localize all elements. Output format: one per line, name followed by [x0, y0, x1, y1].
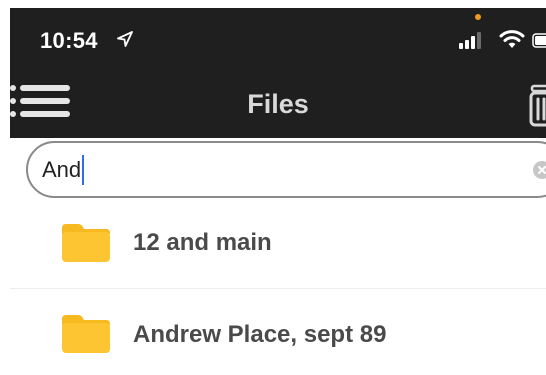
search-input[interactable]: And: [42, 157, 81, 183]
text-caret: [82, 155, 84, 185]
search-field[interactable]: And: [26, 141, 546, 198]
privacy-indicator-dot: [475, 14, 481, 20]
trash-icon[interactable]: [528, 84, 546, 128]
navigation-bar: Files: [10, 72, 546, 138]
clear-search-icon[interactable]: [533, 161, 546, 179]
list-item[interactable]: 12 and main: [10, 202, 546, 288]
cellular-signal-icon: [458, 30, 484, 50]
page-title: Files: [247, 89, 309, 119]
top-sliver: [0, 0, 546, 8]
location-arrow-icon: [116, 30, 134, 48]
status-bar: 10:54: [10, 8, 546, 72]
files-screen: 10:54 Files And 12 and main Andrew Place…: [0, 0, 546, 375]
folder-icon: [60, 313, 112, 355]
list-item[interactable]: Andrew Place, sept 89: [10, 289, 546, 375]
folder-icon: [60, 222, 112, 264]
file-name: Andrew Place, sept 89: [133, 321, 387, 348]
file-name: 12 and main: [133, 229, 272, 256]
status-time: 10:54: [40, 28, 98, 53]
wifi-icon: [499, 29, 525, 51]
battery-icon: [532, 33, 546, 48]
